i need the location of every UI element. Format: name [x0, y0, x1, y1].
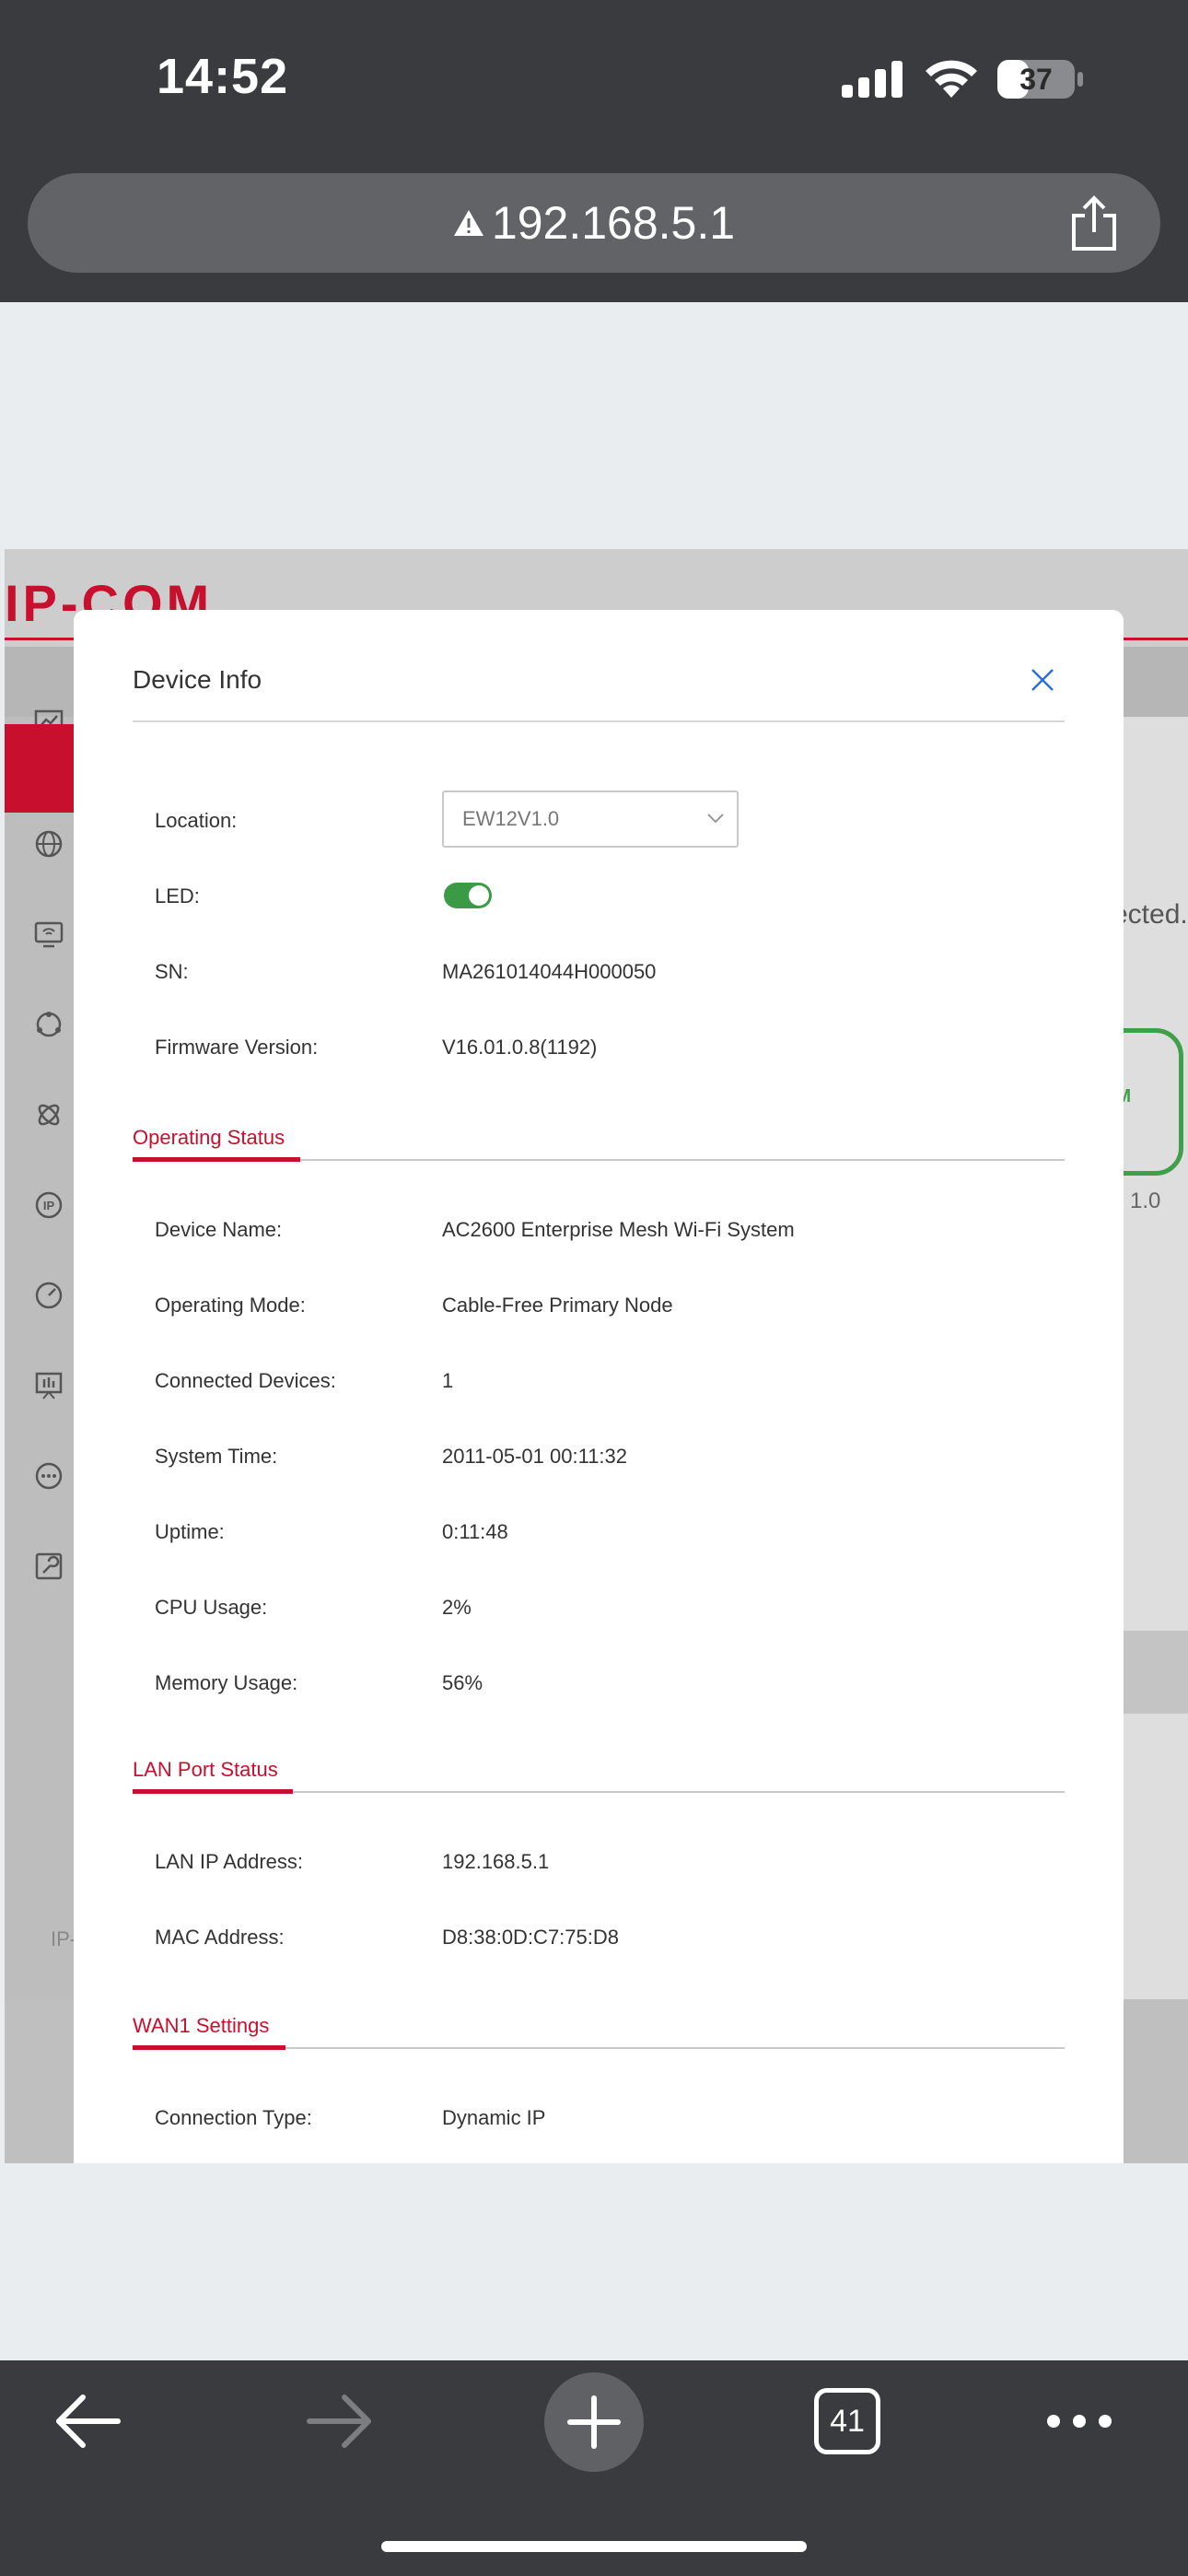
- system-time-value: 2011-05-01 00:11:32: [442, 1445, 628, 1468]
- section-accent-bar: [133, 2045, 285, 2050]
- mesh-network-icon[interactable]: [34, 1010, 64, 1039]
- connected-devices-label: Connected Devices:: [155, 1369, 336, 1392]
- cpu-usage-value: 2%: [442, 1596, 472, 1619]
- background-footer-text: IP-: [51, 1927, 77, 1950]
- led-toggle-knob: [469, 885, 489, 906]
- location-label: Location:: [155, 809, 238, 832]
- tools-icon[interactable]: [34, 1551, 64, 1581]
- section-title-wan1-settings: WAN1 Settings: [133, 2014, 270, 2037]
- connection-type-label: Connection Type:: [155, 2106, 312, 2129]
- background-table-header: [1124, 1631, 1188, 1714]
- svg-text:IP: IP: [43, 1199, 55, 1212]
- chevron-down-icon: [707, 814, 724, 824]
- globe-icon[interactable]: [34, 829, 64, 859]
- connection-type-value: Dynamic IP: [442, 2106, 546, 2129]
- warning-icon: [453, 209, 483, 236]
- connected-devices-value: 1: [442, 1369, 454, 1392]
- battery-level: 37: [1019, 63, 1053, 96]
- section-accent-bar: [133, 1789, 293, 1794]
- new-tab-button[interactable]: [544, 2372, 644, 2472]
- sn-value: MA261014044H000050: [442, 960, 657, 983]
- status-time: 14:52: [157, 49, 289, 104]
- speed-gauge-icon[interactable]: [34, 1281, 64, 1310]
- sidebar-active-item[interactable]: [5, 724, 74, 813]
- firmware-label: Firmware Version:: [155, 1036, 319, 1059]
- lan-ip-label: LAN IP Address:: [155, 1850, 304, 1873]
- device-info-dialog: Device Info Location: EW12V1.0 LED: SN: …: [74, 610, 1124, 2163]
- lan-ip-value: 192.168.5.1: [442, 1850, 550, 1873]
- wireless-monitor-icon[interactable]: [34, 919, 64, 949]
- mac-address-label: MAC Address:: [155, 1926, 285, 1949]
- forward-arrow-icon[interactable]: [306, 2392, 374, 2451]
- battery-icon: 37: [996, 59, 1085, 100]
- led-toggle[interactable]: [444, 883, 492, 908]
- uptime-label: Uptime:: [155, 1520, 225, 1543]
- plus-icon: [567, 2395, 621, 2449]
- section-title-operating-status: Operating Status: [133, 1126, 285, 1149]
- more-options-icon[interactable]: [34, 1461, 64, 1491]
- home-indicator: [381, 2541, 807, 2552]
- atom-icon[interactable]: [34, 1100, 64, 1130]
- background-status-text: ected.: [1112, 899, 1188, 930]
- section-accent-bar: [133, 1157, 300, 1162]
- section-title-lan-port-status: LAN Port Status: [133, 1758, 278, 1781]
- url-text: 192.168.5.1: [491, 197, 736, 249]
- firmware-value: V16.01.0.8(1192): [442, 1036, 598, 1059]
- device-name-value: AC2600 Enterprise Mesh Wi-Fi System: [442, 1218, 795, 1241]
- cpu-usage-label: CPU Usage:: [155, 1596, 268, 1619]
- status-and-address-bar: 14:52 37 192.168.5.1: [0, 0, 1188, 302]
- system-time-label: System Time:: [155, 1445, 278, 1468]
- background-version-text: 1.0: [1130, 1188, 1161, 1213]
- more-menu-icon[interactable]: [1044, 2408, 1114, 2434]
- ip-icon[interactable]: IP: [34, 1190, 64, 1220]
- tab-switcher-button[interactable]: 41: [814, 2388, 880, 2454]
- location-select[interactable]: EW12V1.0: [442, 790, 739, 848]
- memory-usage-value: 56%: [442, 1671, 483, 1694]
- led-label: LED:: [155, 884, 200, 907]
- memory-usage-label: Memory Usage:: [155, 1671, 298, 1694]
- main-content-edge: [1124, 717, 1188, 2163]
- address-bar[interactable]: 192.168.5.1: [28, 173, 1160, 273]
- dialog-title: Device Info: [133, 665, 262, 694]
- wifi-icon: [926, 60, 977, 98]
- title-divider: [133, 720, 1065, 722]
- presentation-chart-icon[interactable]: [34, 1371, 64, 1400]
- operating-mode-label: Operating Mode:: [155, 1294, 306, 1317]
- share-icon[interactable]: [1068, 195, 1120, 252]
- sn-label: SN:: [155, 960, 189, 983]
- mac-address-value: D8:38:0D:C7:75:D8: [442, 1926, 619, 1949]
- cellular-signal-icon: [842, 61, 903, 98]
- close-icon[interactable]: [1030, 667, 1055, 693]
- operating-mode-value: Cable-Free Primary Node: [442, 1294, 673, 1317]
- uptime-value: 0:11:48: [442, 1520, 508, 1543]
- back-arrow-icon[interactable]: [53, 2392, 122, 2451]
- location-select-value: EW12V1.0: [462, 807, 560, 830]
- device-name-label: Device Name:: [155, 1218, 283, 1241]
